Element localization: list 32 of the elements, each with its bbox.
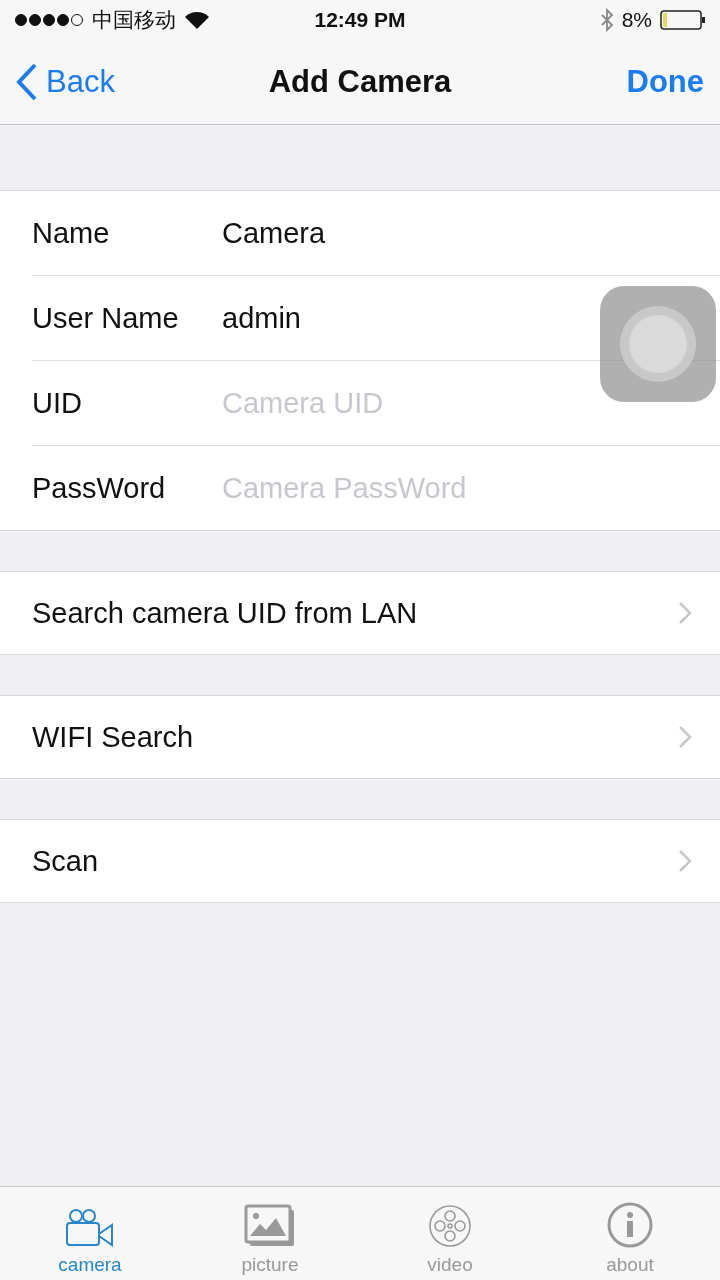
signal-icon <box>14 13 84 27</box>
battery-percent: 8% <box>621 8 652 32</box>
back-button[interactable]: Back <box>16 63 115 101</box>
field-label: UID <box>32 386 83 420</box>
done-button[interactable]: Done <box>626 64 704 100</box>
picture-icon <box>244 1204 296 1248</box>
input-field[interactable]: Camera <box>222 213 582 253</box>
tab[interactable]: about <box>540 1187 720 1280</box>
screen-title: Add Camera <box>268 64 452 100</box>
input-field[interactable]: Camera UID <box>222 383 582 423</box>
field-label: PassWord <box>32 471 167 505</box>
wifi-icon <box>184 10 210 30</box>
chevron-left-icon <box>16 63 38 101</box>
input-field[interactable]: admin <box>222 298 582 338</box>
video-camera-icon <box>64 1208 116 1248</box>
assistive-touch-button[interactable] <box>600 286 716 402</box>
chevron-right-icon <box>678 725 692 749</box>
tab[interactable]: picture <box>180 1187 360 1280</box>
clock-time: 12:49 PM <box>314 8 406 32</box>
info-icon <box>607 1202 653 1248</box>
chevron-right-icon <box>678 601 692 625</box>
chevron-right-icon <box>678 849 692 873</box>
field-label: User Name <box>32 301 180 335</box>
tab[interactable]: camera <box>0 1187 180 1280</box>
battery-icon <box>660 10 706 30</box>
carrier-name: 中国移动 <box>92 7 176 33</box>
tab[interactable]: video <box>360 1187 540 1280</box>
bluetooth-icon <box>599 8 614 32</box>
circle-icon <box>618 304 698 384</box>
field-label: Name <box>32 216 111 250</box>
film-reel-icon <box>428 1204 472 1248</box>
input-field[interactable]: Camera PassWord <box>222 468 582 508</box>
